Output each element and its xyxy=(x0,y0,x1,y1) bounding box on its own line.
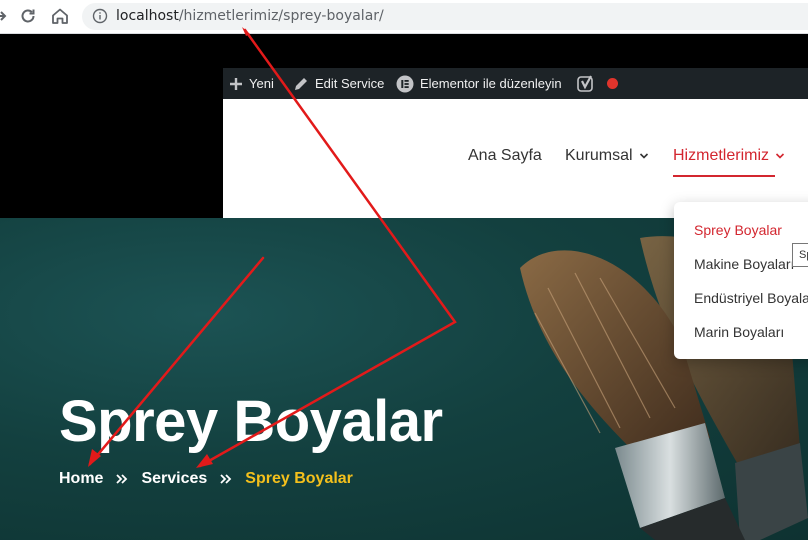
admin-new-item[interactable]: Yeni xyxy=(229,68,274,99)
elementor-icon xyxy=(396,75,414,92)
url-host: localhost xyxy=(116,8,179,24)
url-text: localhost/hizmetlerimiz/sprey-boyalar/ xyxy=(116,8,384,24)
home-icon[interactable] xyxy=(50,6,70,26)
menu-item-home[interactable]: Ana Sayfa xyxy=(468,147,542,165)
plus-icon xyxy=(230,77,242,90)
chevron-down-icon xyxy=(775,153,785,159)
menu-item-hizmetlerimiz[interactable]: Hizmetlerimiz xyxy=(673,147,785,165)
url-path: /hizmetlerimiz/sprey-boyalar/ xyxy=(178,8,384,24)
menu-item-home-label: Ana Sayfa xyxy=(468,147,542,164)
active-menu-underline xyxy=(673,175,775,177)
reload-icon[interactable] xyxy=(18,6,38,26)
address-bar[interactable]: localhost/hizmetlerimiz/sprey-boyalar/ xyxy=(82,3,808,30)
double-chevron-right-icon xyxy=(116,474,128,484)
admin-edit-label: Edit Service xyxy=(315,76,385,91)
breadcrumb-services[interactable]: Services xyxy=(141,470,207,488)
services-dropdown: Sprey Boyalar Makine Boyaları Endüstriye… xyxy=(674,202,808,359)
breadcrumb-home[interactable]: Home xyxy=(59,470,103,488)
menu-item-kurumsal[interactable]: Kurumsal xyxy=(565,147,649,165)
browser-toolbar: localhost/hizmetlerimiz/sprey-boyalar/ xyxy=(0,0,808,34)
site-header: Ana Sayfa Kurumsal Hizmetlerimiz xyxy=(223,99,808,218)
admin-elementor-label: Elementor ile düzenleyin xyxy=(420,76,562,91)
admin-new-label: Yeni xyxy=(249,76,274,91)
link-tooltip: Sp xyxy=(792,243,808,267)
site-info-icon[interactable] xyxy=(92,8,108,24)
double-chevron-right-icon xyxy=(220,474,232,484)
seo-status-dot xyxy=(607,78,618,89)
chevron-down-icon xyxy=(639,153,648,159)
pencil-icon xyxy=(295,77,307,90)
menu-item-kurumsal-label: Kurumsal xyxy=(565,147,633,164)
yoast-icon xyxy=(577,74,593,92)
breadcrumb: Home Services Sprey Boyalar xyxy=(59,470,353,488)
admin-elementor-item[interactable]: Elementor ile düzenleyin xyxy=(396,68,562,99)
dropdown-item-marin[interactable]: Marin Boyaları xyxy=(694,324,784,340)
admin-yoast-item[interactable] xyxy=(577,68,618,99)
dropdown-item-sprey[interactable]: Sprey Boyalar xyxy=(694,222,782,238)
menu-item-hizmetlerimiz-label: Hizmetlerimiz xyxy=(673,147,769,164)
dropdown-item-endustriyel[interactable]: Endüstriyel Boyalar xyxy=(694,290,808,306)
wp-admin-bar: Yeni Edit Service Elementor ile düzenley… xyxy=(223,68,808,99)
forward-icon[interactable] xyxy=(0,6,10,26)
dropdown-item-makine[interactable]: Makine Boyaları xyxy=(694,256,794,272)
breadcrumb-current: Sprey Boyalar xyxy=(245,470,353,487)
admin-edit-item[interactable]: Edit Service xyxy=(293,68,384,99)
page-title: Sprey Boyalar xyxy=(59,389,443,454)
